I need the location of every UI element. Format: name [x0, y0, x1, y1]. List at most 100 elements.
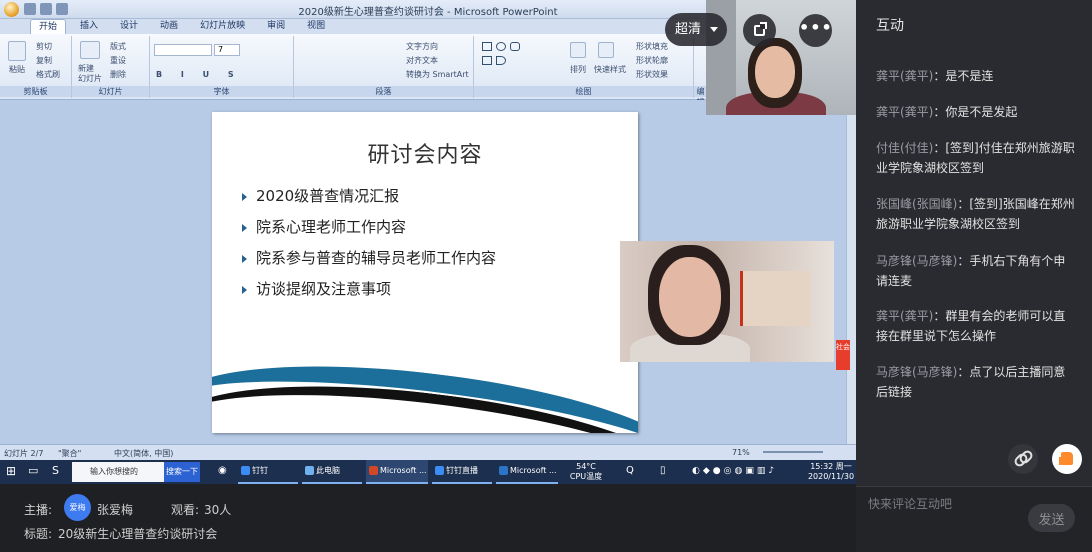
slides-group: 新建 幻灯片 版式 重设 删除 幻灯片 — [72, 36, 150, 98]
ppt-vertical-scrollbar — [846, 100, 856, 444]
font-name-box — [154, 44, 212, 56]
zoom-slider — [763, 451, 823, 453]
chat-message: 付佳(付佳)：[签到]付佳在郑州旅游职业学院象湖校区签到 — [876, 141, 1075, 175]
task-this-pc: 此电脑 — [302, 460, 362, 484]
host-name[interactable]: 张爱梅 — [97, 501, 133, 518]
host-camera[interactable] — [706, 0, 856, 115]
viewers-label: 观看: — [171, 503, 200, 517]
tab-review: 审阅 — [267, 21, 286, 31]
comment-input[interactable] — [868, 495, 1018, 513]
link-mic-button[interactable] — [1008, 444, 1038, 474]
stream-info: 主播: 爱梅 张爱梅 观看: 30人 标题: 20级新生心理普查约谈研讨会 — [0, 484, 856, 552]
chat-message: 马彦锋(马彦锋)：点了以后主播同意后链接 — [876, 365, 1066, 399]
dingtalk-icon — [241, 466, 250, 475]
task-dingtalk: 钉钉 — [238, 460, 298, 484]
slide-number: 幻灯片 2/7 — [4, 449, 44, 458]
tray-icons: ◐◆●◎◍▣▥♪ — [692, 466, 778, 476]
interaction-panel: 互动 龚平(龚平)：是不是连 龚平(龚平)：你是不是发起 付佳(付佳)：[签到]… — [856, 0, 1092, 486]
font-group: 7 B I U S 字体 — [150, 36, 294, 98]
shape-arrow-icon — [496, 56, 506, 65]
more-icon: ••• — [799, 18, 833, 37]
live-icon — [435, 466, 444, 475]
tab-design: 设计 — [120, 21, 139, 31]
stream-video[interactable]: 2020级新生心理普查约谈研讨会 - Microsoft PowerPoint … — [0, 0, 856, 484]
bullet-item: 院系参与普查的辅导员老师工作内容 — [242, 249, 496, 280]
quick-styles-icon — [598, 42, 614, 58]
search-placeholder: 输入你想搜的 — [90, 467, 138, 476]
chat-message: 马彦锋(马彦锋)：手机右下角有个申请连麦 — [876, 254, 1066, 288]
tab-animation: 动画 — [160, 21, 179, 31]
zoom-level: 71% — [732, 448, 750, 457]
phone-icon: ▯ — [660, 465, 666, 476]
app-s-icon: S — [52, 464, 59, 477]
group-label-slides: 幻灯片 — [72, 86, 149, 97]
paragraph-group: 文字方向 对齐文本 转换为 SmartArt 段落 — [294, 36, 474, 98]
quality-selector[interactable]: 超清 — [665, 13, 727, 46]
paste-label: 粘贴 — [9, 65, 25, 74]
quality-label: 超清 — [675, 22, 702, 37]
group-label-font: 字体 — [150, 86, 293, 97]
bullet-item: 2020级普查情况汇报 — [242, 187, 496, 218]
comment-composer: 发送 — [856, 486, 1092, 552]
shape-oval-icon — [496, 42, 506, 51]
shape-outline-label: 形状轮廓 — [636, 56, 668, 65]
task-dingtalk-live: 钉钉直播 — [432, 460, 492, 484]
chat-message: 龚平(龚平)：你是不是发起 — [876, 105, 1018, 119]
ppt-statusbar: 幻灯片 2/7 "聚合" 中文(简体, 中国) 71% — [0, 444, 856, 460]
windows-taskbar: ⊞ ▭ S 输入你想搜的 搜索一下 ◉ 钉钉 此电脑 Microsoft ...… — [0, 460, 856, 484]
live-stream-window: 2020级新生心理普查约谈研讨会 - Microsoft PowerPoint … — [0, 0, 1092, 552]
tab-home: 开始 — [30, 19, 67, 34]
group-label-paragraph: 段落 — [294, 86, 473, 97]
host-avatar[interactable]: 爱梅 — [64, 494, 91, 521]
stream-title: 20级新生心理普查约谈研讨会 — [58, 527, 218, 541]
shape-rounded-icon — [510, 42, 520, 51]
taskbar-clock: 15:32 周一 2020/11/30 — [807, 462, 855, 481]
cpu-temperature: 54°C CPU温度 — [569, 462, 603, 481]
thumbs-up-icon — [1061, 452, 1073, 465]
presenter-camera — [620, 241, 834, 362]
computer-icon — [305, 466, 314, 475]
red-side-tag: 社会 — [836, 340, 850, 370]
app-q-icon: Q — [626, 465, 634, 476]
new-slide-label: 新建 幻灯片 — [78, 64, 102, 83]
format-painter-label: 格式刷 — [36, 70, 60, 79]
slide-bullets: 2020级普查情况汇报 院系心理老师工作内容 院系参与普查的辅导员老师工作内容 … — [242, 187, 496, 311]
title-label: 标题: — [24, 527, 53, 541]
language: 中文(简体, 中国) — [114, 449, 174, 458]
clipboard-group: 粘贴 剪切 复制 格式刷 剪贴板 — [0, 36, 72, 98]
host-face — [755, 46, 795, 98]
new-slide-icon — [80, 41, 100, 59]
text-direction-label: 文字方向 — [406, 42, 438, 51]
reset-label: 重设 — [110, 56, 126, 65]
bullet-item: 院系心理老师工作内容 — [242, 218, 496, 249]
chat-message: 龚平(龚平)：群里有会的老师可以直接在群里说下怎么操作 — [876, 309, 1066, 343]
share-button[interactable] — [743, 14, 776, 47]
layout-label: 版式 — [110, 42, 126, 51]
drawing-group: 排列 快速样式 形状填充 形状轮廓 形状效果 绘图 — [474, 36, 694, 98]
slide: 研讨会内容 2020级普查情况汇报 院系心理老师工作内容 院系参与普查的辅导员老… — [212, 112, 638, 433]
like-button[interactable] — [1052, 444, 1082, 474]
quick-styles-label: 快速样式 — [594, 65, 626, 74]
host-label: 主播: — [24, 503, 53, 517]
chat-message: 龚平(龚平)：是不是连 — [876, 69, 994, 83]
caret-down-icon — [710, 27, 718, 32]
viewer-count: 30人 — [204, 503, 232, 517]
browser-icon: ◉ — [218, 465, 227, 476]
task-microsoft: Microsoft ... — [496, 460, 558, 484]
arrange-label: 排列 — [570, 65, 586, 74]
task-powerpoint: Microsoft ... — [366, 460, 428, 484]
more-button[interactable]: ••• — [799, 14, 832, 47]
word-icon — [499, 466, 508, 475]
windows-start-icon: ⊞ — [6, 464, 17, 478]
presenter-face — [659, 257, 721, 337]
group-label-drawing: 绘图 — [474, 86, 693, 97]
shape-effects-label: 形状效果 — [636, 70, 668, 79]
tab-slideshow: 幻灯片放映 — [200, 21, 246, 31]
theme-name: "聚合" — [58, 449, 82, 458]
panel-title: 互动 — [876, 18, 904, 34]
align-text-label: 对齐文本 — [406, 56, 438, 65]
taskbar-search: 输入你想搜的 搜索一下 — [72, 462, 200, 482]
font-size-box: 7 — [214, 44, 240, 56]
search-button: 搜索一下 — [164, 462, 200, 482]
send-button[interactable]: 发送 — [1028, 504, 1075, 532]
